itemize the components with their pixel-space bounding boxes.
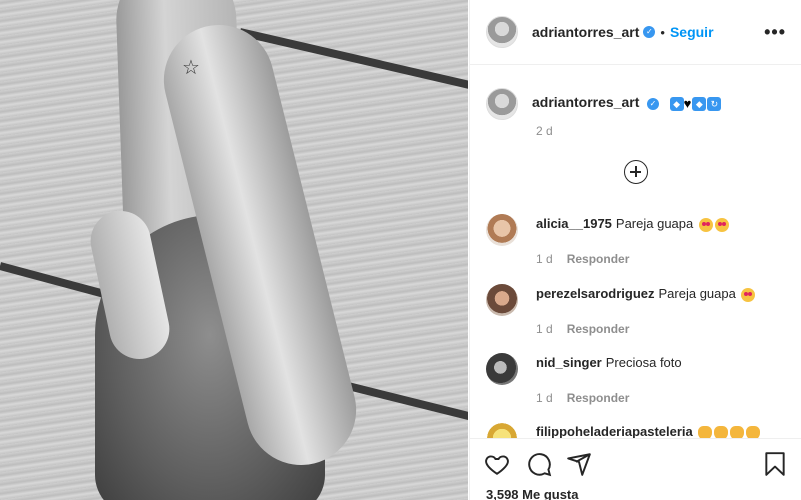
paper-plane-icon[interactable]	[566, 451, 592, 480]
heart-eyes-emoji-icon	[714, 217, 729, 232]
comment-timestamp[interactable]: 1 d	[536, 391, 553, 405]
verified-badge-icon: ✓	[647, 97, 660, 110]
comment-timestamp[interactable]: 1 d	[536, 252, 553, 266]
heart-eyes-emoji-icon	[741, 287, 756, 302]
comment-username[interactable]: alicia__1975	[536, 216, 612, 231]
post-side-panel: adriantorres_art ✓ • Seguir ••• adrianto…	[469, 0, 801, 500]
blue-gem-emoji-icon: ◆	[669, 96, 684, 111]
comment-username[interactable]: nid_singer	[536, 355, 602, 370]
heart-outline-icon[interactable]	[484, 451, 510, 480]
reply-button[interactable]: Responder	[567, 322, 630, 336]
repeat-symbol-emoji-icon: ↻	[707, 96, 722, 111]
post-photo[interactable]: ☆	[0, 0, 468, 500]
likes-count[interactable]: 3,598 Me gusta	[486, 487, 579, 500]
author-username[interactable]: adriantorres_art	[532, 24, 639, 40]
commenter-avatar[interactable]	[486, 284, 518, 316]
caption-timestamp[interactable]: 2 d	[536, 124, 553, 138]
reply-button[interactable]: Responder	[567, 391, 630, 405]
comment-bubble-icon[interactable]	[526, 451, 552, 480]
follow-button[interactable]: Seguir	[670, 24, 714, 40]
comment-username[interactable]: filippoheladeriapasteleria	[536, 424, 693, 439]
post-caption: adriantorres_art ✓ ◆ ♥ ◆ ↻	[486, 88, 722, 120]
comment-text: Pareja guapa	[615, 216, 694, 231]
commenter-avatar[interactable]	[486, 214, 518, 246]
black-heart-emoji-icon: ♥	[683, 96, 692, 112]
comment-timestamp[interactable]: 1 d	[536, 322, 553, 336]
commenter-avatar[interactable]	[486, 353, 518, 385]
post-actions-bar: 3,598 Me gusta	[470, 438, 801, 500]
caption-emoji-text: ◆ ♥ ◆ ↻	[669, 95, 722, 112]
more-options-icon[interactable]: •••	[764, 22, 786, 43]
author-avatar[interactable]	[486, 16, 518, 48]
caption-avatar[interactable]	[486, 88, 518, 120]
header-separator: •	[660, 24, 665, 40]
load-more-comments-icon[interactable]	[624, 160, 648, 184]
post-header: adriantorres_art ✓ • Seguir •••	[470, 0, 801, 65]
heart-eyes-emoji-icon	[698, 217, 713, 232]
star-tattoo-icon: ☆	[182, 57, 200, 79]
verified-badge-icon: ✓	[643, 26, 656, 38]
blue-gem-emoji-icon: ◆	[692, 96, 707, 111]
comment-text: Preciosa foto	[605, 355, 682, 370]
caption-username[interactable]: adriantorres_art	[532, 94, 639, 110]
reply-button[interactable]: Responder	[567, 252, 630, 266]
comment-username[interactable]: perezelsarodriguez	[536, 286, 655, 301]
bookmark-icon[interactable]	[762, 451, 788, 480]
comment-text: Pareja guapa	[658, 286, 736, 301]
